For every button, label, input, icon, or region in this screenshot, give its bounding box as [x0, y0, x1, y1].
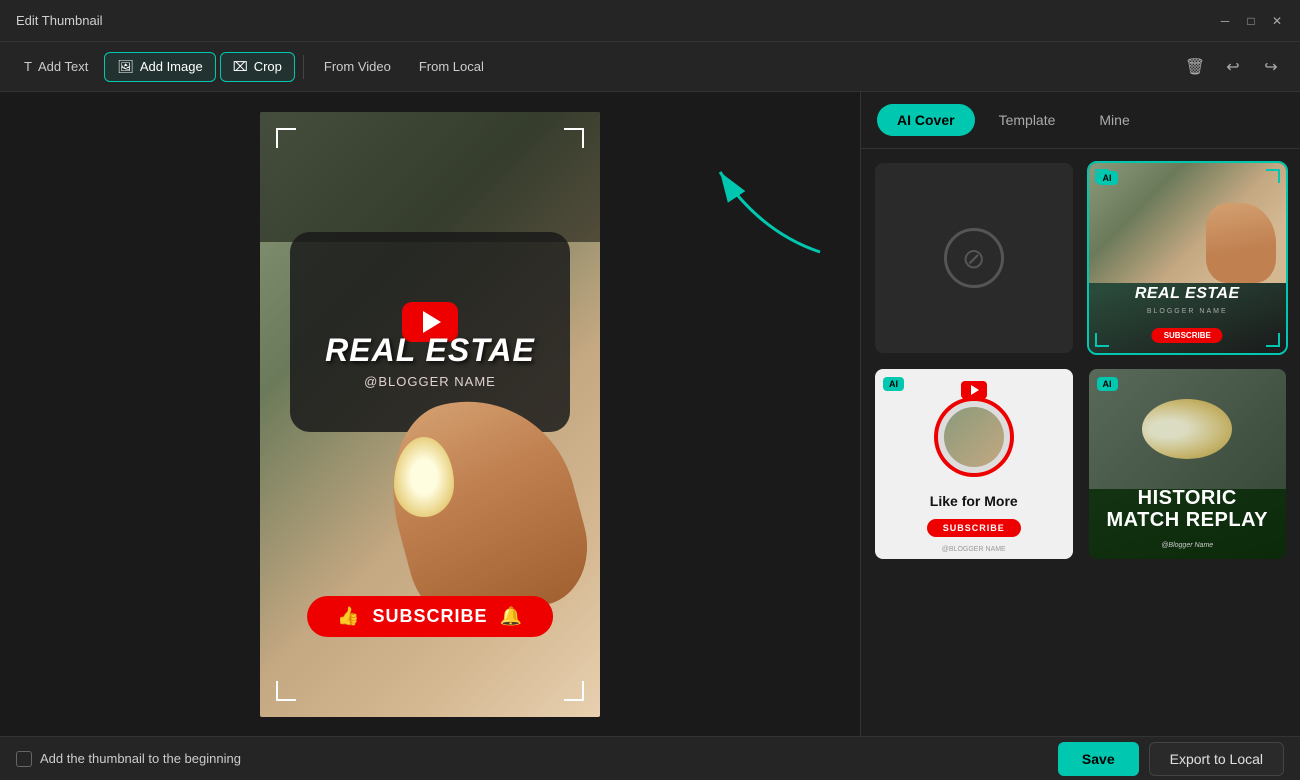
canvas-area: REAL ESTAE @BLOGGER NAME 👍 SUBSCRIBE 🔔	[0, 92, 860, 736]
template-tab-label: Template	[999, 112, 1056, 128]
template-card-realestate-inner: AI REAL ESTAE BLOGGER NAME SUBSCRIBE	[1089, 163, 1287, 353]
subscribe-button: 👍 SUBSCRIBE 🔔	[307, 596, 553, 637]
corner-bracket-br	[564, 681, 584, 701]
thumbnail-canvas[interactable]: REAL ESTAE @BLOGGER NAME 👍 SUBSCRIBE 🔔	[260, 112, 600, 717]
thumbnail-background: REAL ESTAE @BLOGGER NAME 👍 SUBSCRIBE 🔔	[260, 112, 600, 717]
save-button[interactable]: Save	[1058, 742, 1139, 776]
ai-badge-like: AI	[883, 377, 904, 391]
ai-badge-realestate: AI	[1097, 171, 1118, 185]
add-text-icon: T	[24, 59, 32, 74]
beginning-label: Add the thumbnail to the beginning	[40, 751, 241, 766]
undo-button[interactable]: ↩	[1216, 50, 1250, 84]
from-local-label: From Local	[419, 59, 484, 74]
crop-label: Crop	[254, 59, 282, 74]
template-card-disabled[interactable]: ⊘	[873, 161, 1075, 355]
thumb-icon-right: 🔔	[500, 606, 523, 627]
crop-icon: ⌧	[233, 59, 248, 75]
like-card-image	[944, 407, 1004, 467]
template-card-disabled-inner: ⊘	[875, 163, 1073, 353]
card-food-hand	[1206, 203, 1276, 283]
window-controls: ─ □ ✕	[1218, 14, 1284, 28]
tab-mine[interactable]: Mine	[1079, 104, 1149, 136]
disable-icon: ⊘	[944, 228, 1004, 288]
like-card-sub: @BLOGGER NAME	[875, 546, 1073, 553]
card-realestate-title: REAL ESTAE	[1089, 285, 1287, 303]
historic-eggs	[1142, 399, 1232, 459]
thumbnail-title: REAL ESTAE	[260, 332, 600, 369]
thumbnail-subtitle: @BLOGGER NAME	[260, 374, 600, 389]
template-card-historic[interactable]: AI HISTORICMATCH REPLAY @Blogger Name	[1087, 367, 1289, 561]
historic-card-sub: @Blogger Name	[1089, 542, 1287, 549]
like-card-title: Like for More	[875, 493, 1073, 509]
thumb-top-overlay	[260, 112, 600, 242]
from-local-button[interactable]: From Local	[407, 53, 496, 80]
main-layout: REAL ESTAE @BLOGGER NAME 👍 SUBSCRIBE 🔔	[0, 92, 1300, 736]
historic-food-image	[1089, 369, 1287, 489]
template-card-like-inner: AI Like for More SUBSCRIBE @BLOGGER NAME	[875, 369, 1073, 559]
title-bar-left: Edit Thumbnail	[16, 13, 102, 28]
panel-tabs: AI Cover Template Mine	[861, 92, 1300, 149]
corner-bracket-tr	[564, 128, 584, 148]
add-text-label: Add Text	[38, 59, 88, 74]
redo-button[interactable]: ↪	[1254, 50, 1288, 84]
right-panel: AI Cover Template Mine ⊘ AI	[860, 92, 1300, 736]
add-image-label: Add Image	[140, 59, 203, 74]
corner-bracket-tl	[276, 128, 296, 148]
crop-button[interactable]: ⌧ Crop	[220, 52, 295, 82]
minimize-button[interactable]: ─	[1218, 14, 1232, 28]
historic-card-title: HISTORICMATCH REPLAY	[1097, 487, 1279, 531]
tab-ai-cover[interactable]: AI Cover	[877, 104, 975, 136]
maximize-button[interactable]: □	[1244, 14, 1258, 28]
panel-content: ⊘ AI REAL ESTAE BLOGGER NAME SUBSCRIBE	[861, 149, 1300, 736]
subscribe-label: SUBSCRIBE	[372, 606, 487, 627]
ai-badge-historic: AI	[1097, 377, 1118, 391]
toolbar: T Add Text 🖼 Add Image ⌧ Crop From Video…	[0, 42, 1300, 92]
add-image-icon: 🖼	[117, 59, 134, 75]
thumb-icon-left: 👍	[337, 606, 360, 627]
bottom-left: Add the thumbnail to the beginning	[16, 751, 241, 767]
beginning-checkbox[interactable]	[16, 751, 32, 767]
ai-cover-tab-label: AI Cover	[897, 112, 955, 128]
toolbar-separator	[303, 55, 304, 79]
card-realestate-sub: BLOGGER NAME	[1089, 308, 1287, 315]
arrow-annotation	[700, 152, 860, 272]
tab-template[interactable]: Template	[979, 104, 1076, 136]
title-bar: Edit Thumbnail ─ □ ✕	[0, 0, 1300, 42]
window-title: Edit Thumbnail	[16, 13, 102, 28]
from-video-label: From Video	[324, 59, 391, 74]
corner-bracket-bl	[276, 681, 296, 701]
add-image-button[interactable]: 🖼 Add Image	[104, 52, 215, 82]
delete-button[interactable]: 🗑	[1178, 50, 1212, 84]
mine-tab-label: Mine	[1099, 112, 1129, 128]
like-card-subscribe: SUBSCRIBE	[927, 519, 1021, 537]
template-card-historic-inner: AI HISTORICMATCH REPLAY @Blogger Name	[1089, 369, 1287, 559]
template-card-realestate[interactable]: AI REAL ESTAE BLOGGER NAME SUBSCRIBE	[1087, 161, 1289, 355]
card-subscribe-btn: SUBSCRIBE	[1152, 328, 1223, 343]
export-button[interactable]: Export to Local	[1149, 742, 1284, 776]
bottom-right: Save Export to Local	[1058, 742, 1284, 776]
from-video-button[interactable]: From Video	[312, 53, 403, 80]
add-text-button[interactable]: T Add Text	[12, 53, 100, 80]
template-card-like[interactable]: AI Like for More SUBSCRIBE @BLOGGER NAME	[873, 367, 1075, 561]
close-button[interactable]: ✕	[1270, 14, 1284, 28]
bottom-bar: Add the thumbnail to the beginning Save …	[0, 736, 1300, 780]
like-card-circle	[934, 397, 1014, 477]
